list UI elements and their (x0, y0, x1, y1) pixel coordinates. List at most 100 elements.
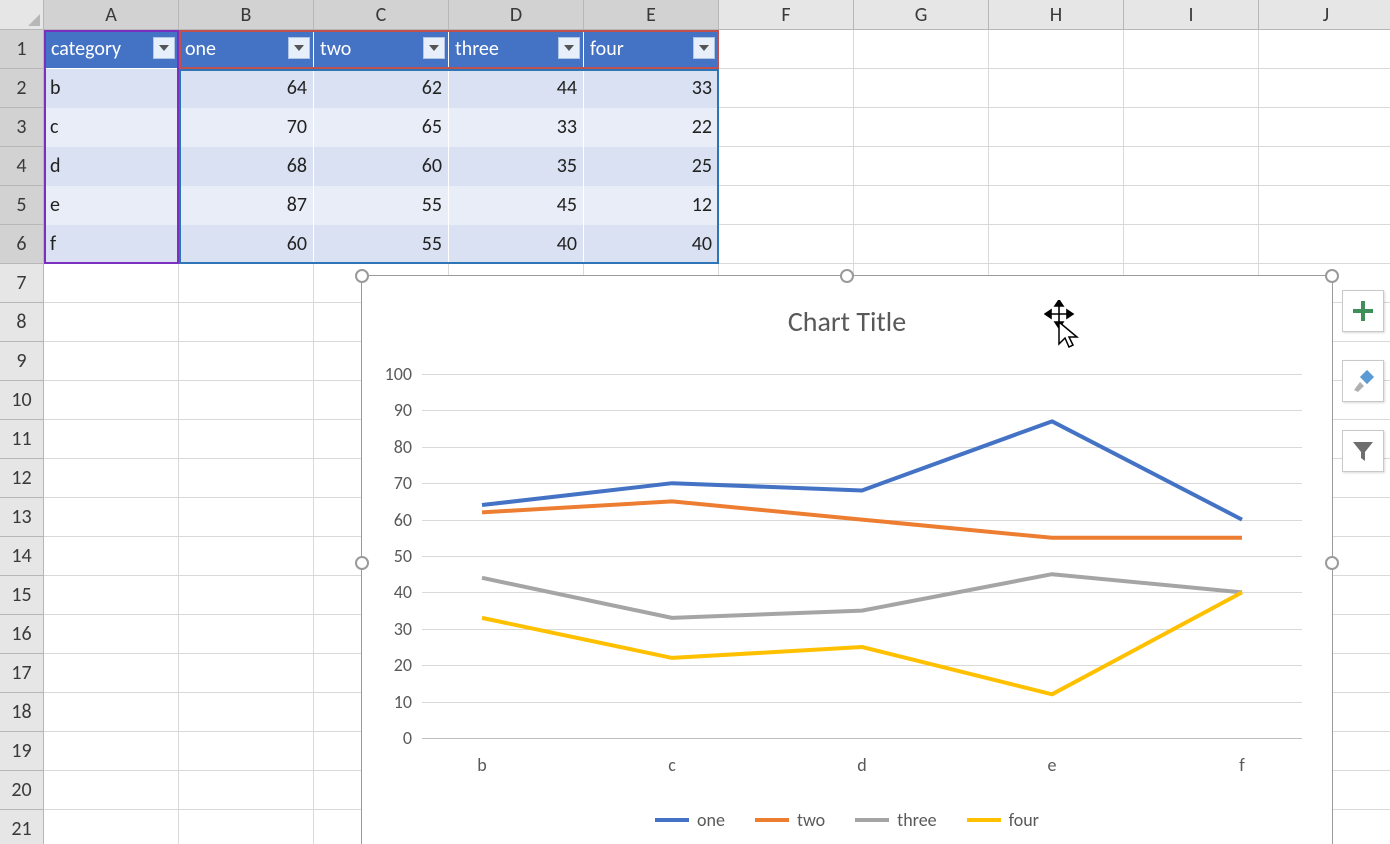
cell[interactable] (44, 810, 179, 844)
cell[interactable] (989, 186, 1124, 225)
column-header[interactable]: F (719, 0, 854, 30)
cell[interactable] (44, 576, 179, 615)
cell[interactable] (1124, 30, 1259, 69)
cell[interactable]: 25 (584, 147, 719, 186)
cell[interactable] (44, 732, 179, 771)
worksheet[interactable]: ABCDEFGHIJ 12345678910111213141516171819… (0, 0, 1390, 844)
filter-dropdown-button[interactable] (423, 37, 445, 59)
filter-dropdown-button[interactable] (153, 37, 175, 59)
row-header[interactable]: 9 (0, 342, 44, 381)
cell[interactable] (719, 186, 854, 225)
chart-resize-handle[interactable] (1325, 269, 1339, 283)
filter-dropdown-button[interactable] (693, 37, 715, 59)
chart-legend[interactable]: onetwothreefour (362, 809, 1332, 831)
row-header[interactable]: 19 (0, 732, 44, 771)
cell[interactable] (44, 615, 179, 654)
cell[interactable]: three (449, 30, 584, 69)
filter-dropdown-button[interactable] (288, 37, 310, 59)
cell[interactable] (719, 225, 854, 264)
cell[interactable]: 45 (449, 186, 584, 225)
cell[interactable] (719, 69, 854, 108)
legend-item[interactable]: one (655, 809, 725, 831)
chart-resize-handle[interactable] (355, 556, 369, 570)
cell[interactable] (1124, 108, 1259, 147)
cell[interactable] (179, 498, 314, 537)
cell[interactable] (44, 342, 179, 381)
cell[interactable] (179, 264, 314, 303)
cell[interactable]: 40 (449, 225, 584, 264)
row-header[interactable]: 6 (0, 225, 44, 264)
row-header[interactable]: 2 (0, 69, 44, 108)
chart-series-line[interactable] (482, 592, 1242, 694)
cell[interactable]: 65 (314, 108, 449, 147)
cell[interactable]: e (44, 186, 179, 225)
cell[interactable] (44, 771, 179, 810)
cell[interactable] (179, 381, 314, 420)
cell[interactable] (179, 771, 314, 810)
cell[interactable] (179, 654, 314, 693)
cell[interactable] (1124, 225, 1259, 264)
chart-series-line[interactable] (482, 574, 1242, 618)
cell[interactable] (179, 810, 314, 844)
cell[interactable]: b (44, 69, 179, 108)
filter-dropdown-button[interactable] (558, 37, 580, 59)
cell[interactable] (44, 654, 179, 693)
cell[interactable]: 62 (314, 69, 449, 108)
chart-plot-area[interactable]: 0102030405060708090100 (422, 374, 1302, 738)
cell[interactable] (44, 693, 179, 732)
column-header[interactable]: J (1259, 0, 1390, 30)
column-header[interactable]: H (989, 0, 1124, 30)
cell[interactable] (179, 537, 314, 576)
cell[interactable] (1259, 69, 1390, 108)
cell[interactable] (179, 342, 314, 381)
cell[interactable] (44, 459, 179, 498)
cell[interactable] (44, 537, 179, 576)
cell[interactable] (854, 225, 989, 264)
cell[interactable]: 12 (584, 186, 719, 225)
cell[interactable] (719, 30, 854, 69)
column-header[interactable]: G (854, 0, 989, 30)
cell[interactable] (179, 459, 314, 498)
cell[interactable]: four (584, 30, 719, 69)
cell[interactable] (44, 303, 179, 342)
row-header[interactable]: 5 (0, 186, 44, 225)
row-header[interactable]: 3 (0, 108, 44, 147)
cell[interactable]: 33 (449, 108, 584, 147)
cell[interactable]: 35 (449, 147, 584, 186)
chart-resize-handle[interactable] (840, 269, 854, 283)
cell[interactable] (179, 576, 314, 615)
cell[interactable]: 55 (314, 225, 449, 264)
cell[interactable] (1259, 147, 1390, 186)
cell[interactable] (719, 108, 854, 147)
cell[interactable] (854, 108, 989, 147)
cell[interactable] (1124, 69, 1259, 108)
cell[interactable] (44, 381, 179, 420)
cell[interactable] (179, 615, 314, 654)
column-header[interactable]: C (314, 0, 449, 30)
row-header[interactable]: 13 (0, 498, 44, 537)
cell[interactable] (1259, 225, 1390, 264)
cell[interactable] (179, 693, 314, 732)
row-header[interactable]: 10 (0, 381, 44, 420)
cell[interactable] (179, 732, 314, 771)
cell[interactable] (1259, 108, 1390, 147)
cell[interactable]: 55 (314, 186, 449, 225)
chart-elements-button[interactable] (1342, 290, 1384, 332)
row-header[interactable]: 15 (0, 576, 44, 615)
row-header[interactable]: 14 (0, 537, 44, 576)
cell[interactable] (179, 303, 314, 342)
row-header[interactable]: 4 (0, 147, 44, 186)
cell[interactable] (854, 186, 989, 225)
row-header[interactable]: 16 (0, 615, 44, 654)
cell[interactable]: 33 (584, 69, 719, 108)
cell[interactable]: 68 (179, 147, 314, 186)
cell[interactable] (854, 147, 989, 186)
row-header[interactable]: 7 (0, 264, 44, 303)
cell[interactable] (1259, 186, 1390, 225)
cell[interactable] (1124, 186, 1259, 225)
cell[interactable]: 60 (179, 225, 314, 264)
row-header[interactable]: 17 (0, 654, 44, 693)
chart-series-line[interactable] (482, 501, 1242, 537)
cell[interactable] (989, 108, 1124, 147)
cell[interactable] (719, 147, 854, 186)
